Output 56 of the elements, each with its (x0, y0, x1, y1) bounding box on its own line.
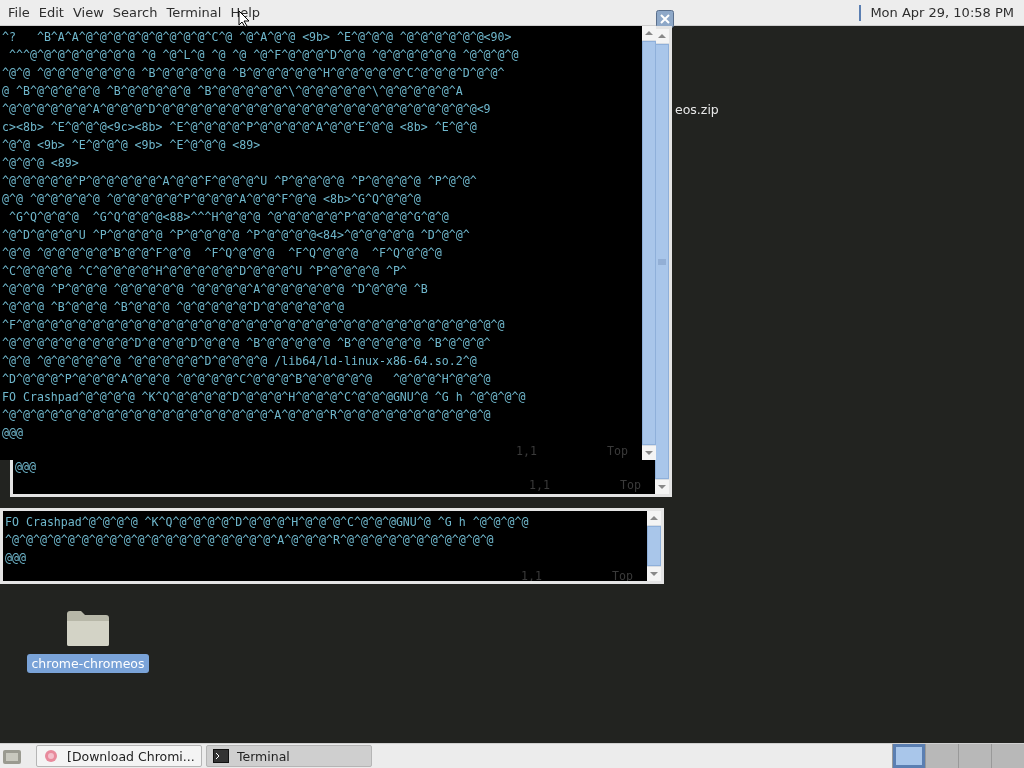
terminal-line: ^@^@^@ <89> (2, 155, 80, 172)
scrollbar[interactable] (647, 511, 661, 581)
cursor-position: 1,1 (516, 444, 538, 458)
workspace-switcher[interactable] (991, 744, 1024, 768)
workspace-switcher[interactable] (925, 744, 958, 768)
terminal-line: FO Crashpad^@^@^@^@ ^K^Q^@^@^@^@^D^@^@^@^H^@^@^@^C^@^@^@GNU^@ ^G h ^@^@^@^@ (2, 389, 527, 406)
menu-item[interactable]: File (6, 5, 37, 20)
terminal-line: @@@ (15, 459, 37, 476)
terminal-line: c><8b> ^E^@^@^@<9c><8b> ^E^@^@^@^@^P^@^@^@^@^A^@^@^E^@^@ <8b> ^E^@^@ (2, 119, 478, 136)
terminal-line: @@@ (2, 425, 24, 442)
scrollbar[interactable] (642, 26, 656, 460)
scroll-down-icon[interactable] (647, 567, 661, 581)
menu-item[interactable]: Search (110, 5, 165, 20)
taskbar-button[interactable]: [Download Chromi... (36, 745, 202, 767)
terminal-line: ^@^@ ^@^@^@^@^@^B^@^@^F^@^@ ^F^Q^@^@^@ ^F^Q^@^@^@ ^F^Q^@^@^@ (2, 245, 443, 262)
scroll-up-icon[interactable] (647, 511, 661, 525)
scroll-down-icon[interactable] (655, 480, 669, 494)
terminal-line: @ ^B^@^@^@^@^@ ^B^@^@^@^@^@ ^B^@^@^@^@^@^\^@^@^@^@^@^\^@^@^@^@^@^A (2, 83, 464, 100)
menu-item[interactable]: Edit (36, 5, 71, 20)
scroll-position: Top (620, 478, 641, 492)
terminal-icon (213, 749, 229, 763)
terminal-line: ^@^@^@^@^@^@^@^@^@^D^@^@^@^D^@^@^@ ^B^@^@^@^@^@ ^B^@^@^@^@^@ ^B^@^@^@^ (2, 335, 492, 352)
terminal-line: ^@^@^@ ^B^@^@^@ ^B^@^@^@ ^@^@^@^@^@^D^@^@^@^@^@^@ (2, 299, 346, 316)
cursor-position: 1,1 (529, 478, 551, 492)
scroll-up-icon[interactable] (642, 26, 656, 40)
scroll-down-icon[interactable] (642, 446, 656, 460)
file-label: eos.zip (675, 102, 719, 117)
terminal-line: ^@^@^@^@^@^@^A^@^@^@^D^@^@^@^@^@^@^@^@^@^@^@^@^@^@^@^@^@^@^@^@^@^@^@<9 (2, 101, 492, 118)
terminal-line: ^G^Q^@^@^@ ^G^Q^@^@^@<88>^^^H^@^@^@ ^@^@^@^@^@^P^@^@^@^@^G^@^@ (7, 209, 450, 226)
terminal-line: ^@^@ ^@^@^@^@^@^@^@ ^B^@^@^@^@^@ ^B^@^@^@^@^@^H^@^@^@^@^@^C^@^@^@^D^@^@^ (2, 65, 506, 82)
folder-icon[interactable] (65, 608, 111, 648)
terminal-line: ^? ^B^A^A^@^@^@^@^@^@^@^@^@^C^@ ^@^A^@^@ <9b> ^E^@^@^@ ^@^@^@^@^@^@<90> (2, 29, 513, 46)
menu-item[interactable]: Terminal (164, 5, 229, 20)
workspace-switcher[interactable] (892, 744, 925, 768)
terminal-line: @^@ ^@^@^@^@^@ ^@^@^@^@^@^P^@^@^@^A^@^@^F^@^@ <8b>^G^Q^@^@^@ (2, 191, 422, 208)
workspace-switcher[interactable] (958, 744, 991, 768)
terminal-line: ^D^@^@^@^P^@^@^@^A^@^@^@ ^@^@^@^@^C^@^@^@^B^@^@^@^@^@ ^@^@^@^H^@^@^@ (2, 371, 492, 388)
terminal-line: ^C^@^@^@^@ ^C^@^@^@^@^H^@^@^@^@^@^D^@^@^@^U ^P^@^@^@^@ ^P^ (2, 263, 408, 280)
terminal-line: ^^^@^@^@^@^@^@^@^@ ^@ ^@^L^@ ^@ ^@ ^@^F^@^@^@^D^@^@ ^@^@^@^@^@^@ ^@^@^@^@ (7, 47, 520, 64)
taskbar-button[interactable]: Terminal (206, 745, 372, 767)
menu-item[interactable]: View (70, 5, 111, 20)
terminal-line: ^@^@^@ ^P^@^@^@ ^@^@^@^@^@ ^@^@^@^@^A^@^@^@^@^@^@ ^D^@^@^@ ^B (2, 281, 429, 298)
terminal-line: FO Crashpad^@^@^@^@ ^K^Q^@^@^@^@^D^@^@^@^H^@^@^@^C^@^@^@GNU^@ ^G h ^@^@^@^@ (5, 514, 530, 531)
terminal-line: ^@^D^@^@^@^U ^P^@^@^@^@ ^P^@^@^@^@ ^P^@^@^@^@<84>^@^@^@^@^@ ^D^@^@^ (2, 227, 471, 244)
show-desktop-icon[interactable] (2, 747, 22, 765)
scroll-position: Top (607, 444, 628, 458)
terminal-line: ^@^@^@^@^@^@^@^@^@^@^@^@^@^@^@^@^@^@^@^A^@^@^@^R^@^@^@^@^@^@^@^@^@^@^@ (5, 532, 495, 549)
terminal-line: ^F^@^@^@^@^@^@^@^@^@^@^@^@^@^@^@^@^@^@^@^@^@^@^@^@^@^@^@^@^@^@^@^@^@^@^@ (2, 317, 506, 334)
terminal-line: ^@^@ ^@^@^@^@^@^@ ^@^@^@^@^@^D^@^@^@^@ /lib64/ld-linux-x86-64.so.2^@ (2, 353, 478, 370)
terminal-line: ^@^@^@^@^@^P^@^@^@^@^@^A^@^@^F^@^@^@^U ^P^@^@^@^@ ^P^@^@^@^@ ^P^@^@^ (2, 173, 478, 190)
terminal-line: ^@^@^@^@^@^@^@^@^@^@^@^@^@^@^@^@^@^@^@^A^@^@^@^R^@^@^@^@^@^@^@^@^@^@^@ (2, 407, 492, 424)
globe-icon (43, 749, 59, 763)
cursor-position: 1,1 (521, 569, 543, 581)
terminal-line: @@@ (5, 550, 27, 567)
terminal-line: ^@^@ <9b> ^E^@^@^@ <9b> ^E^@^@^@ <89> (2, 137, 262, 154)
clock[interactable]: Mon Apr 29, 10:58 PM (862, 5, 1024, 20)
